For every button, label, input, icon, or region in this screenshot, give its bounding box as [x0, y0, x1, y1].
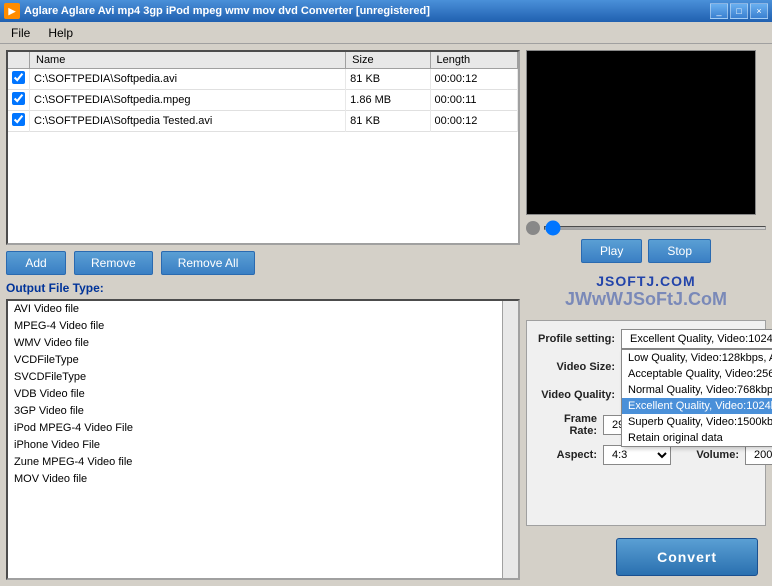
output-section-label: Output File Type:	[6, 281, 520, 295]
profile-label: Profile setting:	[535, 333, 615, 345]
col-name: Name	[30, 52, 346, 69]
action-buttons-row: Add Remove Remove All	[6, 251, 520, 275]
remove-all-button[interactable]: Remove All	[161, 251, 256, 275]
row-checkbox-cell[interactable]	[8, 111, 30, 132]
app-icon: ▶	[4, 3, 20, 19]
table-row[interactable]: C:\SOFTPEDIA\Softpedia Tested.avi 81 KB …	[8, 111, 518, 132]
row-name: C:\SOFTPEDIA\Softpedia.mpeg	[30, 90, 346, 111]
list-item[interactable]: VDB Video file	[8, 386, 502, 403]
video-btn-row: Play Stop	[526, 239, 766, 263]
volume-label: Volume:	[677, 449, 739, 461]
col-size: Size	[346, 52, 430, 69]
title-bar-controls: _ □ ×	[710, 3, 768, 19]
watermark-area: JSOFTJ.COM JWwWJSoFtJ.CoM	[526, 269, 766, 314]
menu-file[interactable]: File	[2, 23, 39, 43]
remove-button[interactable]: Remove	[74, 251, 153, 275]
title-bar: ▶ Aglare Aglare Avi mp4 3gp iPod mpeg wm…	[0, 0, 772, 22]
aspect-dropdown[interactable]: 4:316:9Original	[603, 445, 671, 465]
file-table: Name Size Length C:\SOFTPEDIA\Softpedia.…	[8, 52, 518, 132]
output-list-container: AVI Video fileMPEG-4 Video fileWMV Video…	[6, 299, 520, 580]
row-size: 81 KB	[346, 69, 430, 90]
video-slider-container	[526, 221, 766, 235]
right-panel: Play Stop JSOFTJ.COM JWwWJSoFtJ.CoM Prof…	[526, 50, 766, 580]
col-length: Length	[430, 52, 518, 69]
row-checkbox[interactable]	[12, 71, 25, 84]
list-item[interactable]: MPEG-4 Video file	[8, 318, 502, 335]
convert-button[interactable]: Convert	[616, 538, 758, 576]
list-item[interactable]: VCDFileType	[8, 352, 502, 369]
row-name: C:\SOFTPEDIA\Softpedia Tested.avi	[30, 111, 346, 132]
profile-dropdown-container: Low Quality, Video:128kbps, Audio:48kbps…	[621, 329, 772, 349]
play-button[interactable]: Play	[581, 239, 642, 263]
output-list: AVI Video fileMPEG-4 Video fileWMV Video…	[8, 301, 502, 578]
video-preview	[526, 50, 756, 215]
main-content: Name Size Length C:\SOFTPEDIA\Softpedia.…	[0, 44, 772, 586]
title-bar-title: Aglare Aglare Avi mp4 3gp iPod mpeg wmv …	[24, 5, 710, 17]
row-checkbox[interactable]	[12, 92, 25, 105]
convert-row: Convert	[526, 532, 766, 580]
profile-row: Profile setting: Low Quality, Video:128k…	[535, 329, 757, 349]
list-item[interactable]: iPhone Video File	[8, 437, 502, 454]
volume-icon	[526, 221, 540, 235]
profile-dropdown[interactable]: Low Quality, Video:128kbps, Audio:48kbps…	[621, 329, 772, 349]
stop-button[interactable]: Stop	[648, 239, 711, 263]
video-seek-slider[interactable]	[544, 226, 766, 230]
close-button[interactable]: ×	[750, 3, 768, 19]
aspect-group: Aspect: 4:316:9Original	[535, 445, 671, 465]
settings-panel: Profile setting: Low Quality, Video:128k…	[526, 320, 766, 526]
output-section: Output File Type: AVI Video fileMPEG-4 V…	[6, 281, 520, 580]
watermark-sub: JWwWJSoFtJ.CoM	[526, 289, 766, 310]
volume-dropdown[interactable]: 20010015050	[745, 445, 772, 465]
list-item[interactable]: MOV Video file	[8, 471, 502, 488]
dropdown-option[interactable]: Normal Quality, Video:768kbps, Audio:128…	[622, 382, 772, 398]
volume-group: Volume: 20010015050	[677, 445, 772, 465]
col-check	[8, 52, 30, 69]
dropdown-option[interactable]: Superb Quality, Video:1500kbps, Audio:22…	[622, 414, 772, 430]
aspect-volume-row: Aspect: 4:316:9Original Volume: 20010015…	[535, 445, 757, 465]
list-item[interactable]: iPod MPEG-4 Video File	[8, 420, 502, 437]
profile-dropdown-open: Low Quality, Video:128kbps, Audio:48kbps…	[621, 349, 772, 447]
row-length: 00:00:12	[430, 69, 518, 90]
dropdown-option[interactable]: Low Quality, Video:128kbps, Audio:48kbps	[622, 350, 772, 366]
dropdown-option[interactable]: Acceptable Quality, Video:256kbps, Audio…	[622, 366, 772, 382]
dropdown-option[interactable]: Retain original data	[622, 430, 772, 446]
list-item[interactable]: WMV Video file	[8, 335, 502, 352]
row-length: 00:00:11	[430, 90, 518, 111]
table-row[interactable]: C:\SOFTPEDIA\Softpedia.mpeg 1.86 MB 00:0…	[8, 90, 518, 111]
list-item[interactable]: Zune MPEG-4 Video file	[8, 454, 502, 471]
frame-rate-label: Frame Rate:	[535, 413, 597, 437]
add-button[interactable]: Add	[6, 251, 66, 275]
video-size-label: Video Size:	[535, 361, 615, 373]
menu-bar: File Help	[0, 22, 772, 44]
row-name: C:\SOFTPEDIA\Softpedia.avi	[30, 69, 346, 90]
row-size: 81 KB	[346, 111, 430, 132]
list-item[interactable]: SVCDFileType	[8, 369, 502, 386]
row-checkbox-cell[interactable]	[8, 69, 30, 90]
maximize-button[interactable]: □	[730, 3, 748, 19]
left-panel: Name Size Length C:\SOFTPEDIA\Softpedia.…	[6, 50, 520, 580]
list-item[interactable]: AVI Video file	[8, 301, 502, 318]
table-row[interactable]: C:\SOFTPEDIA\Softpedia.avi 81 KB 00:00:1…	[8, 69, 518, 90]
video-quality-label: Video Quality:	[535, 389, 615, 401]
minimize-button[interactable]: _	[710, 3, 728, 19]
menu-help[interactable]: Help	[39, 23, 82, 43]
file-table-container: Name Size Length C:\SOFTPEDIA\Softpedia.…	[6, 50, 520, 245]
table-header-row: Name Size Length	[8, 52, 518, 69]
list-item[interactable]: 3GP Video file	[8, 403, 502, 420]
row-checkbox[interactable]	[12, 113, 25, 126]
row-size: 1.86 MB	[346, 90, 430, 111]
dropdown-option[interactable]: Excellent Quality, Video:1024kbps, Audio…	[622, 398, 772, 414]
output-scrollbar[interactable]	[502, 301, 518, 578]
row-checkbox-cell[interactable]	[8, 90, 30, 111]
aspect-label: Aspect:	[535, 449, 597, 461]
row-length: 00:00:12	[430, 111, 518, 132]
video-controls: Play Stop	[526, 221, 766, 263]
watermark-main: JSOFTJ.COM	[526, 273, 766, 289]
